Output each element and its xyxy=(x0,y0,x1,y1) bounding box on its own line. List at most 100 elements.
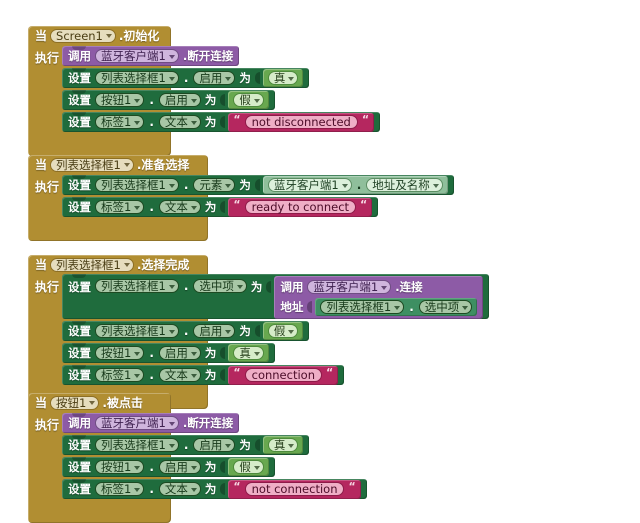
set-listpicker-enabled-block[interactable]: 设置 列表选择框1 . 启用 为 假 xyxy=(62,321,310,341)
set-label-text-block[interactable]: 设置 标签1 . 文本 为 “ ready to connect “ xyxy=(62,197,379,217)
logic-false-block[interactable]: 假 xyxy=(228,91,269,109)
set-component-dropdown[interactable]: 标签1 xyxy=(95,482,145,496)
getter-component-dropdown[interactable]: 列表选择框1 xyxy=(320,300,405,314)
set-button-enabled-block[interactable]: 设置 按钮1 . 启用 为 真 xyxy=(62,343,275,363)
set-listpicker-enabled-block[interactable]: 设置 列表选择框1 . 启用 为 真 xyxy=(62,68,310,88)
set-property-label: 启用 xyxy=(199,71,223,85)
event-header[interactable]: 当 列表选择框1 .准备选择 xyxy=(28,155,208,174)
call-bluetooth-connect-block[interactable]: 调用 蓝牙客户端1 .连接 地址 列表选择框1 . 选中项 xyxy=(274,276,484,319)
logic-false-block[interactable]: 假 xyxy=(228,458,269,476)
logic-value-dropdown[interactable]: 假 xyxy=(267,324,299,338)
event-component-dropdown[interactable]: 按钮1 xyxy=(50,395,100,410)
set-listpicker-enabled-block[interactable]: 设置 列表选择框1 . 启用 为 真 xyxy=(62,435,310,455)
set-property-dropdown[interactable]: 启用 xyxy=(193,438,236,452)
event-header[interactable]: 当 列表选择框1 .选择完成 xyxy=(28,255,208,274)
set-component-dropdown[interactable]: 列表选择框1 xyxy=(95,324,179,338)
set-property-dropdown[interactable]: 启用 xyxy=(158,346,201,360)
logic-value-dropdown[interactable]: 真 xyxy=(267,71,299,85)
set-listpicker-selection-block[interactable]: 设置 列表选择框1 . 选中项 为 调用 蓝牙客户端1 .连接 地址 列表选择框… xyxy=(62,274,490,319)
event-name-label: .准备选择 xyxy=(136,158,190,172)
event-block-listpicker-after-picking[interactable]: 当 列表选择框1 .选择完成 执行 设置 列表选择框1 . 选中项 为 调用 蓝… xyxy=(28,255,490,409)
set-component-label: 按钮1 xyxy=(101,346,132,360)
set-component-dropdown[interactable]: 按钮1 xyxy=(95,93,145,107)
call-component-dropdown[interactable]: 蓝牙客户端1 xyxy=(307,280,392,294)
logic-value-dropdown[interactable]: 真 xyxy=(233,346,264,360)
set-label-text-block[interactable]: 设置 标签1 . 文本 为 “ connection “ xyxy=(62,365,345,385)
set-property-dropdown[interactable]: 启用 xyxy=(158,460,201,474)
string-value-field[interactable]: ready to connect xyxy=(244,200,357,214)
set-property-dropdown[interactable]: 文本 xyxy=(158,115,201,129)
set-component-dropdown[interactable]: 列表选择框1 xyxy=(95,178,179,192)
set-component-label: 列表选择框1 xyxy=(101,178,166,192)
set-listpicker-elements-block[interactable]: 设置 列表选择框1 . 元素 为 蓝牙客户端1 . 地址及名称 xyxy=(62,175,454,195)
logic-true-block[interactable]: 真 xyxy=(228,344,269,362)
text-string-block[interactable]: “ not disconnected “ xyxy=(228,112,375,132)
dot-separator: . xyxy=(183,279,189,293)
event-component-dropdown[interactable]: 列表选择框1 xyxy=(50,257,134,272)
text-string-block[interactable]: “ ready to connect “ xyxy=(228,197,373,217)
chevron-down-icon xyxy=(89,401,96,405)
event-component-dropdown[interactable]: Screen1 xyxy=(50,28,116,43)
text-string-block[interactable]: “ connection “ xyxy=(228,365,339,385)
chevron-down-icon xyxy=(341,183,348,188)
set-component-dropdown[interactable]: 按钮1 xyxy=(95,460,145,474)
logic-value-dropdown[interactable]: 真 xyxy=(267,438,299,452)
set-component-label: 标签1 xyxy=(101,115,132,129)
getter-property-dropdown[interactable]: 选中项 xyxy=(418,300,473,314)
logic-true-block[interactable]: 真 xyxy=(262,436,304,454)
call-bluetooth-disconnect-block[interactable]: 调用 蓝牙客户端1 .断开连接 xyxy=(62,413,240,433)
event-header[interactable]: 当 Screen1 .初始化 xyxy=(28,26,171,45)
set-label-text-block[interactable]: 设置 标签1 . 文本 为 “ not connection “ xyxy=(62,479,367,499)
to-keyword: 为 xyxy=(239,438,251,452)
blockly-workspace[interactable]: { "labels": { "when": "当", "do": "执行", "… xyxy=(0,0,640,523)
logic-value-dropdown[interactable]: 假 xyxy=(233,460,264,474)
event-name-label: .选择完成 xyxy=(136,258,190,272)
set-label-text-block[interactable]: 设置 标签1 . 文本 为 “ not disconnected “ xyxy=(62,112,381,132)
getter-component-dropdown[interactable]: 蓝牙客户端1 xyxy=(267,178,352,192)
event-body: 执行 设置 列表选择框1 . 选中项 为 调用 蓝牙客户端1 .连接 地址 列表… xyxy=(28,274,490,398)
string-value-field[interactable]: connection xyxy=(244,368,322,382)
chevron-down-icon xyxy=(168,329,175,334)
set-component-dropdown[interactable]: 列表选择框1 xyxy=(95,71,179,85)
set-property-dropdown[interactable]: 启用 xyxy=(158,93,201,107)
getter-listpicker-selection-block[interactable]: 列表选择框1 . 选中项 xyxy=(315,298,478,316)
set-component-dropdown[interactable]: 按钮1 xyxy=(95,346,145,360)
call-bluetooth-disconnect-block[interactable]: 调用 蓝牙客户端1 .断开连接 xyxy=(62,46,240,66)
getter-component-label: 蓝牙客户端1 xyxy=(273,178,339,192)
set-keyword: 设置 xyxy=(68,115,91,129)
set-component-dropdown[interactable]: 列表选择框1 xyxy=(95,279,179,293)
set-button-enabled-block[interactable]: 设置 按钮1 . 启用 为 假 xyxy=(62,457,275,477)
event-block-button1-click[interactable]: 当 按钮1 .被点击 执行 调用 蓝牙客户端1 .断开连接 设置 列表选择框1 … xyxy=(28,393,367,523)
set-component-dropdown[interactable]: 列表选择框1 xyxy=(95,438,179,452)
logic-value-label: 真 xyxy=(273,71,286,85)
event-block-listpicker-before-picking[interactable]: 当 列表选择框1 .准备选择 执行 设置 列表选择框1 . 元素 为 蓝牙客户端… xyxy=(28,155,454,241)
set-property-dropdown[interactable]: 元素 xyxy=(193,178,236,192)
set-keyword: 设置 xyxy=(68,438,91,452)
set-button-enabled-block[interactable]: 设置 按钮1 . 启用 为 假 xyxy=(62,90,275,110)
getter-bluetooth-addresses-block[interactable]: 蓝牙客户端1 . 地址及名称 xyxy=(262,176,448,194)
getter-property-dropdown[interactable]: 地址及名称 xyxy=(366,178,443,192)
set-property-dropdown[interactable]: 文本 xyxy=(158,482,201,496)
call-component-dropdown[interactable]: 蓝牙客户端1 xyxy=(95,416,179,430)
set-component-dropdown[interactable]: 标签1 xyxy=(95,200,145,214)
call-keyword: 调用 xyxy=(280,280,304,294)
set-component-dropdown[interactable]: 标签1 xyxy=(95,115,145,129)
set-property-dropdown[interactable]: 启用 xyxy=(193,71,236,85)
text-string-block[interactable]: “ not connection “ xyxy=(228,479,361,499)
string-value-field[interactable]: not disconnected xyxy=(244,115,358,129)
logic-true-block[interactable]: 真 xyxy=(262,69,304,87)
set-property-dropdown[interactable]: 启用 xyxy=(193,324,236,338)
call-component-dropdown[interactable]: 蓝牙客户端1 xyxy=(95,49,179,63)
event-block-screen1-initialize[interactable]: 当 Screen1 .初始化 执行 调用 蓝牙客户端1 .断开连接 设置 列表选… xyxy=(28,26,381,156)
string-value-field[interactable]: not connection xyxy=(244,482,345,496)
event-header[interactable]: 当 按钮1 .被点击 xyxy=(28,393,171,412)
value-socket xyxy=(307,301,313,313)
event-component-dropdown[interactable]: 列表选择框1 xyxy=(50,157,134,172)
set-property-dropdown[interactable]: 文本 xyxy=(158,200,201,214)
set-property-dropdown[interactable]: 文本 xyxy=(158,368,201,382)
set-property-dropdown[interactable]: 选中项 xyxy=(193,279,247,293)
call-method-label: .断开连接 xyxy=(182,416,234,430)
set-component-dropdown[interactable]: 标签1 xyxy=(95,368,145,382)
logic-value-dropdown[interactable]: 假 xyxy=(233,93,264,107)
logic-false-block[interactable]: 假 xyxy=(262,322,304,340)
